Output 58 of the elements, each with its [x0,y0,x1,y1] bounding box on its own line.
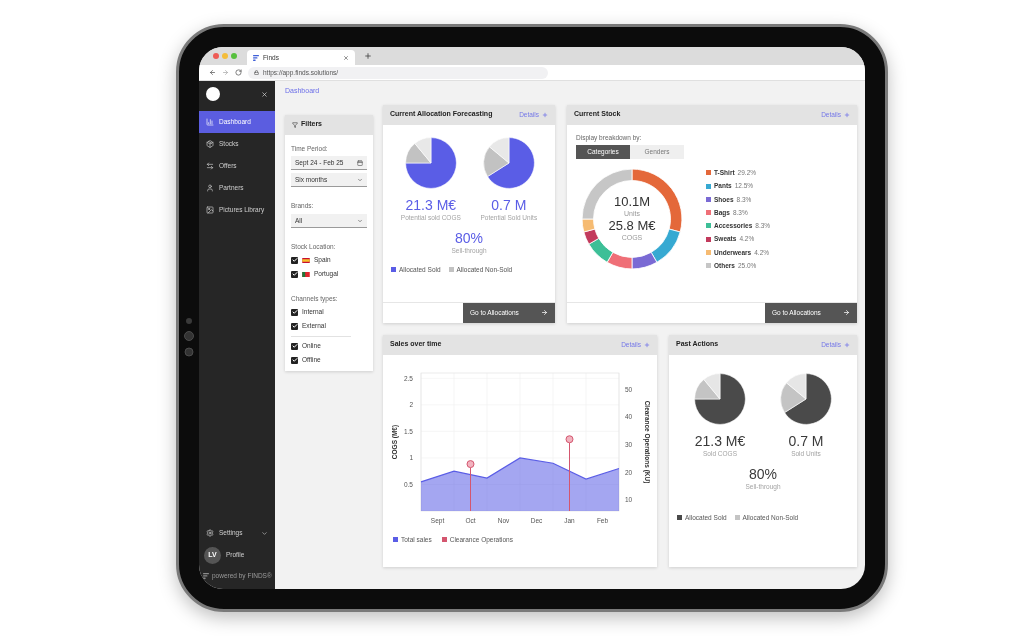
window-controls-icon [213,53,239,59]
metric-value: 21.3 M€ [694,432,746,449]
plus-icon [363,52,372,60]
close-button[interactable] [260,90,268,98]
arrow-right-icon [843,309,850,316]
metric-value: 0.7 M [491,196,527,213]
filter-icon [292,121,298,128]
check-icon [291,357,298,363]
box-icon [206,140,214,148]
reload-icon [235,69,242,76]
clearance-marker [466,459,475,511]
calendar-icon [357,159,363,166]
close-icon [343,54,349,61]
logo-icon [253,54,259,61]
pie-chart [694,372,746,425]
donut-center-value: 10.1M [613,195,651,210]
plus-icon [844,111,850,118]
back-button[interactable] [209,69,216,76]
reload-button[interactable] [235,69,242,76]
donut-slice [606,252,633,270]
new-tab-button[interactable] [363,51,372,61]
donut-center-value: 25.8 M€ [608,219,656,234]
forward-arrow-icon [222,69,229,76]
chevron-down-icon [357,217,363,224]
image-icon [206,206,214,214]
check-icon [291,323,298,329]
logo-icon [203,573,209,579]
check-icon [291,343,298,349]
arrow-right-icon [541,309,548,316]
chevron-down-icon [357,176,363,183]
settings-icon [206,529,214,537]
lock-icon [254,70,259,75]
metric-value: 0.7 M [788,432,824,449]
back-arrow-icon [209,69,216,76]
chevron-down-icon [261,529,268,537]
flag-icon [302,271,310,277]
checkbox[interactable] [291,308,298,316]
checkbox[interactable] [291,356,298,364]
metric-value: 80% [749,465,777,482]
person-icon [206,184,214,192]
pie-chart [780,372,832,425]
pie-chart [404,136,457,189]
close-icon [260,90,268,98]
checkbox[interactable] [291,342,298,350]
metric-value: 21.3 M€ [405,196,457,213]
sensor-dots-icon [184,317,194,357]
plus-icon [542,111,548,118]
checkbox[interactable] [291,256,298,264]
flag-icon [302,257,310,263]
chart-icon [206,118,214,126]
arrows-icon [206,162,214,170]
checkbox[interactable] [291,322,298,330]
pie-chart [482,136,535,189]
plus-icon [644,341,650,348]
plus-icon [844,341,850,348]
metric-value: 80% [455,229,483,246]
check-icon [291,309,298,315]
checkbox[interactable] [291,270,298,278]
